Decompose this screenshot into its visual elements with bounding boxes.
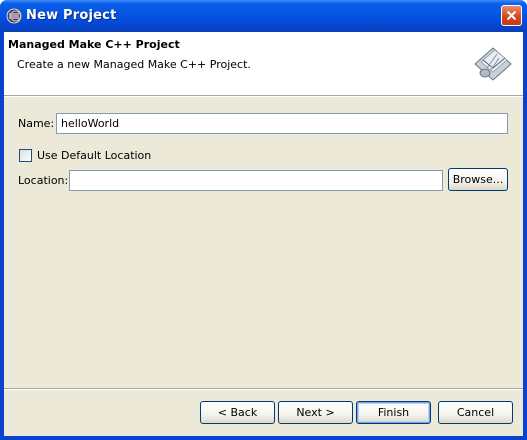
wizard-page-title: Managed Make C++ Project (8, 38, 180, 51)
location-input[interactable] (69, 170, 443, 191)
browse-button[interactable]: Browse... (448, 168, 508, 191)
project-name-input[interactable] (56, 113, 508, 134)
location-label: Location: (18, 174, 69, 187)
next-button[interactable]: Next > (278, 401, 353, 424)
finish-button[interactable]: Finish (356, 401, 431, 424)
close-button[interactable] (501, 5, 522, 26)
footer-separator (4, 388, 523, 390)
name-label: Name: (18, 117, 55, 130)
new-project-dialog: New Project Managed Make C++ Project Cre… (0, 0, 527, 440)
use-default-location-label[interactable]: Use Default Location (37, 149, 151, 162)
title-bar[interactable]: New Project (0, 0, 527, 32)
use-default-location-checkbox[interactable] (19, 149, 32, 162)
close-icon (506, 10, 517, 21)
eclipse-app-icon (6, 8, 22, 24)
wizard-header: Managed Make C++ Project Create a new Ma… (4, 32, 523, 95)
dialog-body: Managed Make C++ Project Create a new Ma… (4, 32, 523, 436)
window-title: New Project (26, 8, 117, 23)
back-button[interactable]: < Back (200, 401, 275, 424)
new-project-wizard-icon (474, 47, 512, 81)
cancel-button[interactable]: Cancel (438, 401, 513, 424)
header-separator (4, 95, 523, 97)
wizard-page-description: Create a new Managed Make C++ Project. (17, 58, 251, 71)
